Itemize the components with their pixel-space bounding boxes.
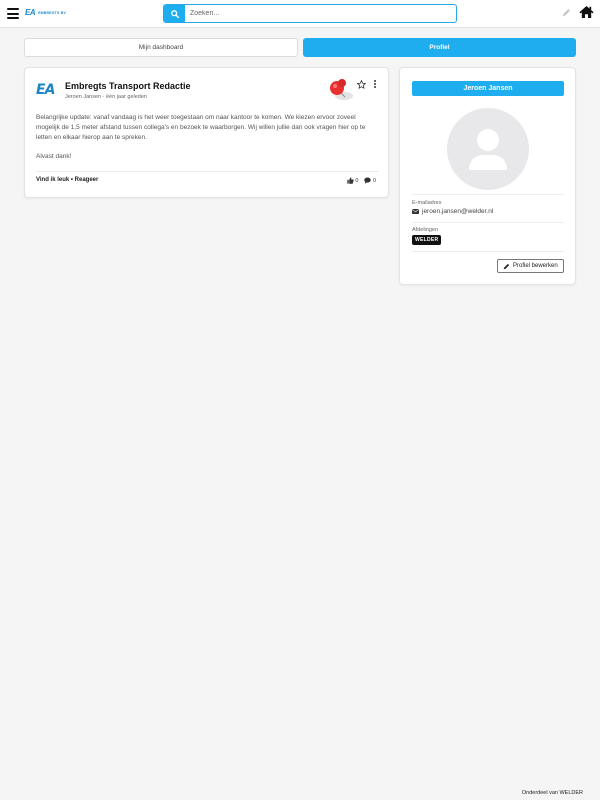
user-icon — [469, 129, 507, 170]
search-button[interactable] — [164, 5, 185, 22]
avatar — [447, 108, 529, 190]
post-meta: Jeroen Jansen · één jaar geleden — [65, 94, 147, 100]
email-row: jeroen.jansen@welder.nl — [412, 208, 493, 215]
footer-text: Onderdeel van WELDER — [521, 790, 583, 796]
post-card: EA Embregts Transport Redactie Jeroen Ja… — [24, 67, 389, 198]
email-value[interactable]: jeroen.jansen@welder.nl — [422, 208, 493, 215]
tab-dashboard[interactable]: Mijn dashboard — [24, 38, 298, 57]
brand-text: EMBREGTS BV — [38, 10, 66, 15]
search-bar — [163, 4, 457, 23]
like-count-value: 0 — [355, 177, 359, 184]
post-title: Embregts Transport Redactie — [65, 81, 191, 91]
profile-name: Jeroen Jansen — [412, 81, 564, 96]
divider — [412, 194, 564, 195]
like-link[interactable]: Vind ik leuk — [36, 177, 69, 183]
divider — [36, 171, 379, 172]
reply-link[interactable]: Reageer — [75, 177, 99, 183]
envelope-icon — [412, 209, 419, 214]
comment-icon — [364, 177, 372, 184]
home-icon[interactable] — [579, 5, 594, 19]
comment-count-value: 0 — [372, 177, 376, 184]
email-label: E-mailadres — [412, 200, 442, 206]
search-input[interactable] — [190, 7, 452, 20]
post-paragraph: Alvast dank! — [36, 153, 72, 160]
star-icon[interactable] — [357, 80, 366, 89]
hamburger-menu-icon[interactable] — [7, 8, 19, 19]
meta-separator: · — [102, 94, 105, 100]
comment-count[interactable]: 0 — [364, 177, 376, 184]
post-paragraph: Belangrijke update: vanaf vandaag is het… — [36, 114, 366, 141]
brand-logo[interactable]: EA EMBREGTS BV — [25, 8, 66, 17]
department-badge: WELDER — [412, 235, 442, 245]
departments-label: Afdelingen — [412, 227, 438, 233]
edit-profile-label: Profiel bewerken — [513, 263, 558, 269]
post-time: één jaar geleden — [106, 94, 147, 100]
thumbs-up-icon — [347, 177, 354, 184]
post-counts: 0 0 — [347, 177, 376, 184]
more-options-icon[interactable] — [373, 80, 377, 90]
post-author[interactable]: Jeroen Jansen — [65, 94, 101, 100]
profile-card: Jeroen Jansen E-mailadres jeroen.jansen@… — [399, 67, 576, 285]
company-logo: EA — [36, 82, 56, 98]
brand-mark: EA — [25, 8, 36, 17]
top-bar: EA EMBREGTS BV — [0, 0, 600, 28]
edit-profile-button[interactable]: Profiel bewerken — [497, 259, 564, 273]
pencil-icon — [503, 263, 510, 269]
post-actions: Vind ik leuk • Reageer — [36, 177, 98, 183]
divider — [412, 251, 564, 252]
tab-profile[interactable]: Profiel — [303, 38, 576, 57]
divider — [412, 222, 564, 223]
pencil-icon[interactable] — [562, 8, 571, 17]
pin-icon — [330, 79, 353, 100]
search-icon — [170, 9, 179, 18]
like-count[interactable]: 0 — [347, 177, 359, 184]
post-body: Belangrijke update: vanaf vandaag is het… — [36, 113, 381, 171]
svg-text:EA: EA — [36, 82, 55, 98]
